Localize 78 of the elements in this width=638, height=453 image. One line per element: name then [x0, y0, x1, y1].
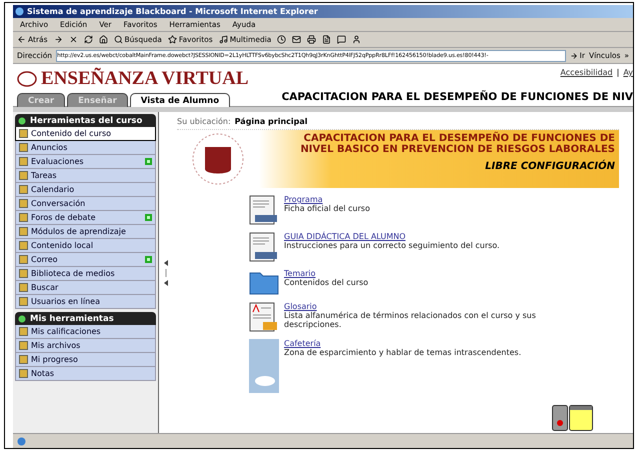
glossary-document-icon: [249, 302, 279, 332]
sidebar-item[interactable]: Correo: [15, 253, 156, 267]
section-title: Herramientas del curso: [30, 116, 142, 126]
banner-title-line: NIVEL BASICO EN PREVENCION DE RIESGOS LABORALES: [300, 144, 615, 155]
toolbar-button[interactable]: [292, 35, 302, 44]
section-title: Mis herramientas: [30, 314, 114, 324]
toolbar-button[interactable]: [307, 35, 316, 44]
banner-title-line: CAPACITACION PARA EL DESEMPEÑO DE FUNCIONES DE: [304, 133, 615, 144]
toolbar-button[interactable]: [84, 35, 93, 44]
content-description: Lista alfanumérica de términos relacionados con el curso y sus descripciones.: [284, 311, 537, 329]
toolbar-button[interactable]: [98, 35, 108, 44]
content-description: Instrucciones para un correcto seguimiento del curso.: [284, 241, 501, 250]
sidebar-item[interactable]: Conversación: [15, 197, 156, 211]
location-label: Su ubicación:: [177, 117, 231, 126]
page-icon: [17, 436, 26, 446]
section-icon: [18, 116, 26, 124]
mail-icon: [292, 35, 302, 44]
content-description: Zona de esparcimiento y hablar de temas intrascendentes.: [284, 348, 522, 357]
sidebar-item[interactable]: Tareas: [15, 169, 156, 183]
go-icon: [570, 52, 578, 60]
music-icon: [218, 35, 228, 44]
window-title-text: Sistema de aprendizaje Blackboard - Microsoft Internet Explorer: [27, 7, 318, 16]
section-icon: [18, 314, 26, 322]
sidebar-item[interactable]: Biblioteca de medios: [15, 267, 156, 281]
sidebar-item[interactable]: Mi progreso: [15, 353, 156, 367]
course-title: CAPACITACION PARA EL DESEMPEÑO DE FUNCIONES DE NIV: [282, 91, 633, 103]
stop-icon: [68, 35, 78, 44]
separator-text: |: [616, 68, 620, 77]
toolbar-button[interactable]: [54, 35, 63, 44]
browser-icon: [15, 7, 24, 16]
sidebar-item[interactable]: Contenido local: [15, 239, 156, 253]
logo-text: ENSEÑANZA VIRTUAL: [41, 68, 249, 90]
content-link[interactable]: Temario: [284, 269, 574, 278]
gadget-icon[interactable]: [552, 405, 568, 431]
sticky-note-icon[interactable]: [569, 405, 593, 431]
search-icon: [114, 35, 123, 44]
sidebar-item[interactable]: Módulos de aprendizaje: [15, 225, 156, 239]
person-icon: [352, 35, 362, 44]
sidebar-item[interactable]: Anuncios: [15, 141, 156, 155]
chat-icon: [337, 35, 346, 44]
toolbar-button[interactable]: [277, 35, 286, 44]
forward-icon: [54, 35, 63, 44]
star-icon: [168, 35, 177, 44]
toolbar-button[interactable]: [337, 35, 346, 44]
collapse-handle-icon[interactable]: [162, 260, 168, 286]
location-value: Página principal: [234, 117, 308, 126]
photo-placeholder: [249, 339, 279, 393]
help-link[interactable]: Ay: [623, 68, 633, 77]
sidebar-item[interactable]: Usuarios en línea: [15, 295, 156, 309]
history-icon: [277, 35, 286, 44]
content-description: Contenidos del curso: [284, 278, 370, 287]
sidebar-item[interactable]: Notas: [15, 367, 156, 381]
sidebar-item[interactable]: Foros de debate: [15, 211, 156, 225]
content-link[interactable]: Cafetería: [284, 339, 574, 348]
content-description: Ficha oficial del curso: [284, 204, 371, 213]
toolbar-button[interactable]: [322, 35, 332, 44]
sidebar-item[interactable]: Mis archivos: [15, 339, 156, 353]
sidebar-item[interactable]: Contenido del curso: [15, 127, 156, 141]
banner-subtitle: LIBRE CONFIGURACIÓN: [485, 161, 615, 172]
home-icon: [98, 35, 108, 44]
crest-icon: [17, 71, 37, 87]
accessibility-link[interactable]: Accesibilidad: [560, 68, 613, 77]
document-icon: [322, 35, 332, 44]
content-link[interactable]: GUIA DIDÁCTICA DEL ALUMNO: [284, 232, 574, 241]
content-link[interactable]: Programa: [284, 195, 574, 204]
sidebar-item[interactable]: Buscar: [15, 281, 156, 295]
sidebar-item[interactable]: Mis calificaciones: [15, 325, 156, 339]
html-document-icon: [249, 195, 279, 225]
toolbar-button[interactable]: [68, 35, 78, 44]
tab[interactable]: Vista de Alumno: [130, 93, 230, 108]
back-icon: [17, 35, 26, 44]
html-document-icon: [249, 232, 279, 262]
refresh-icon: [84, 35, 93, 44]
content-link[interactable]: Glosario: [284, 302, 574, 311]
printer-icon: [307, 35, 316, 44]
toolbar-button[interactable]: [352, 35, 362, 44]
sidebar-item[interactable]: Calendario: [15, 183, 156, 197]
sidebar-item[interactable]: Evaluaciones: [15, 155, 156, 169]
